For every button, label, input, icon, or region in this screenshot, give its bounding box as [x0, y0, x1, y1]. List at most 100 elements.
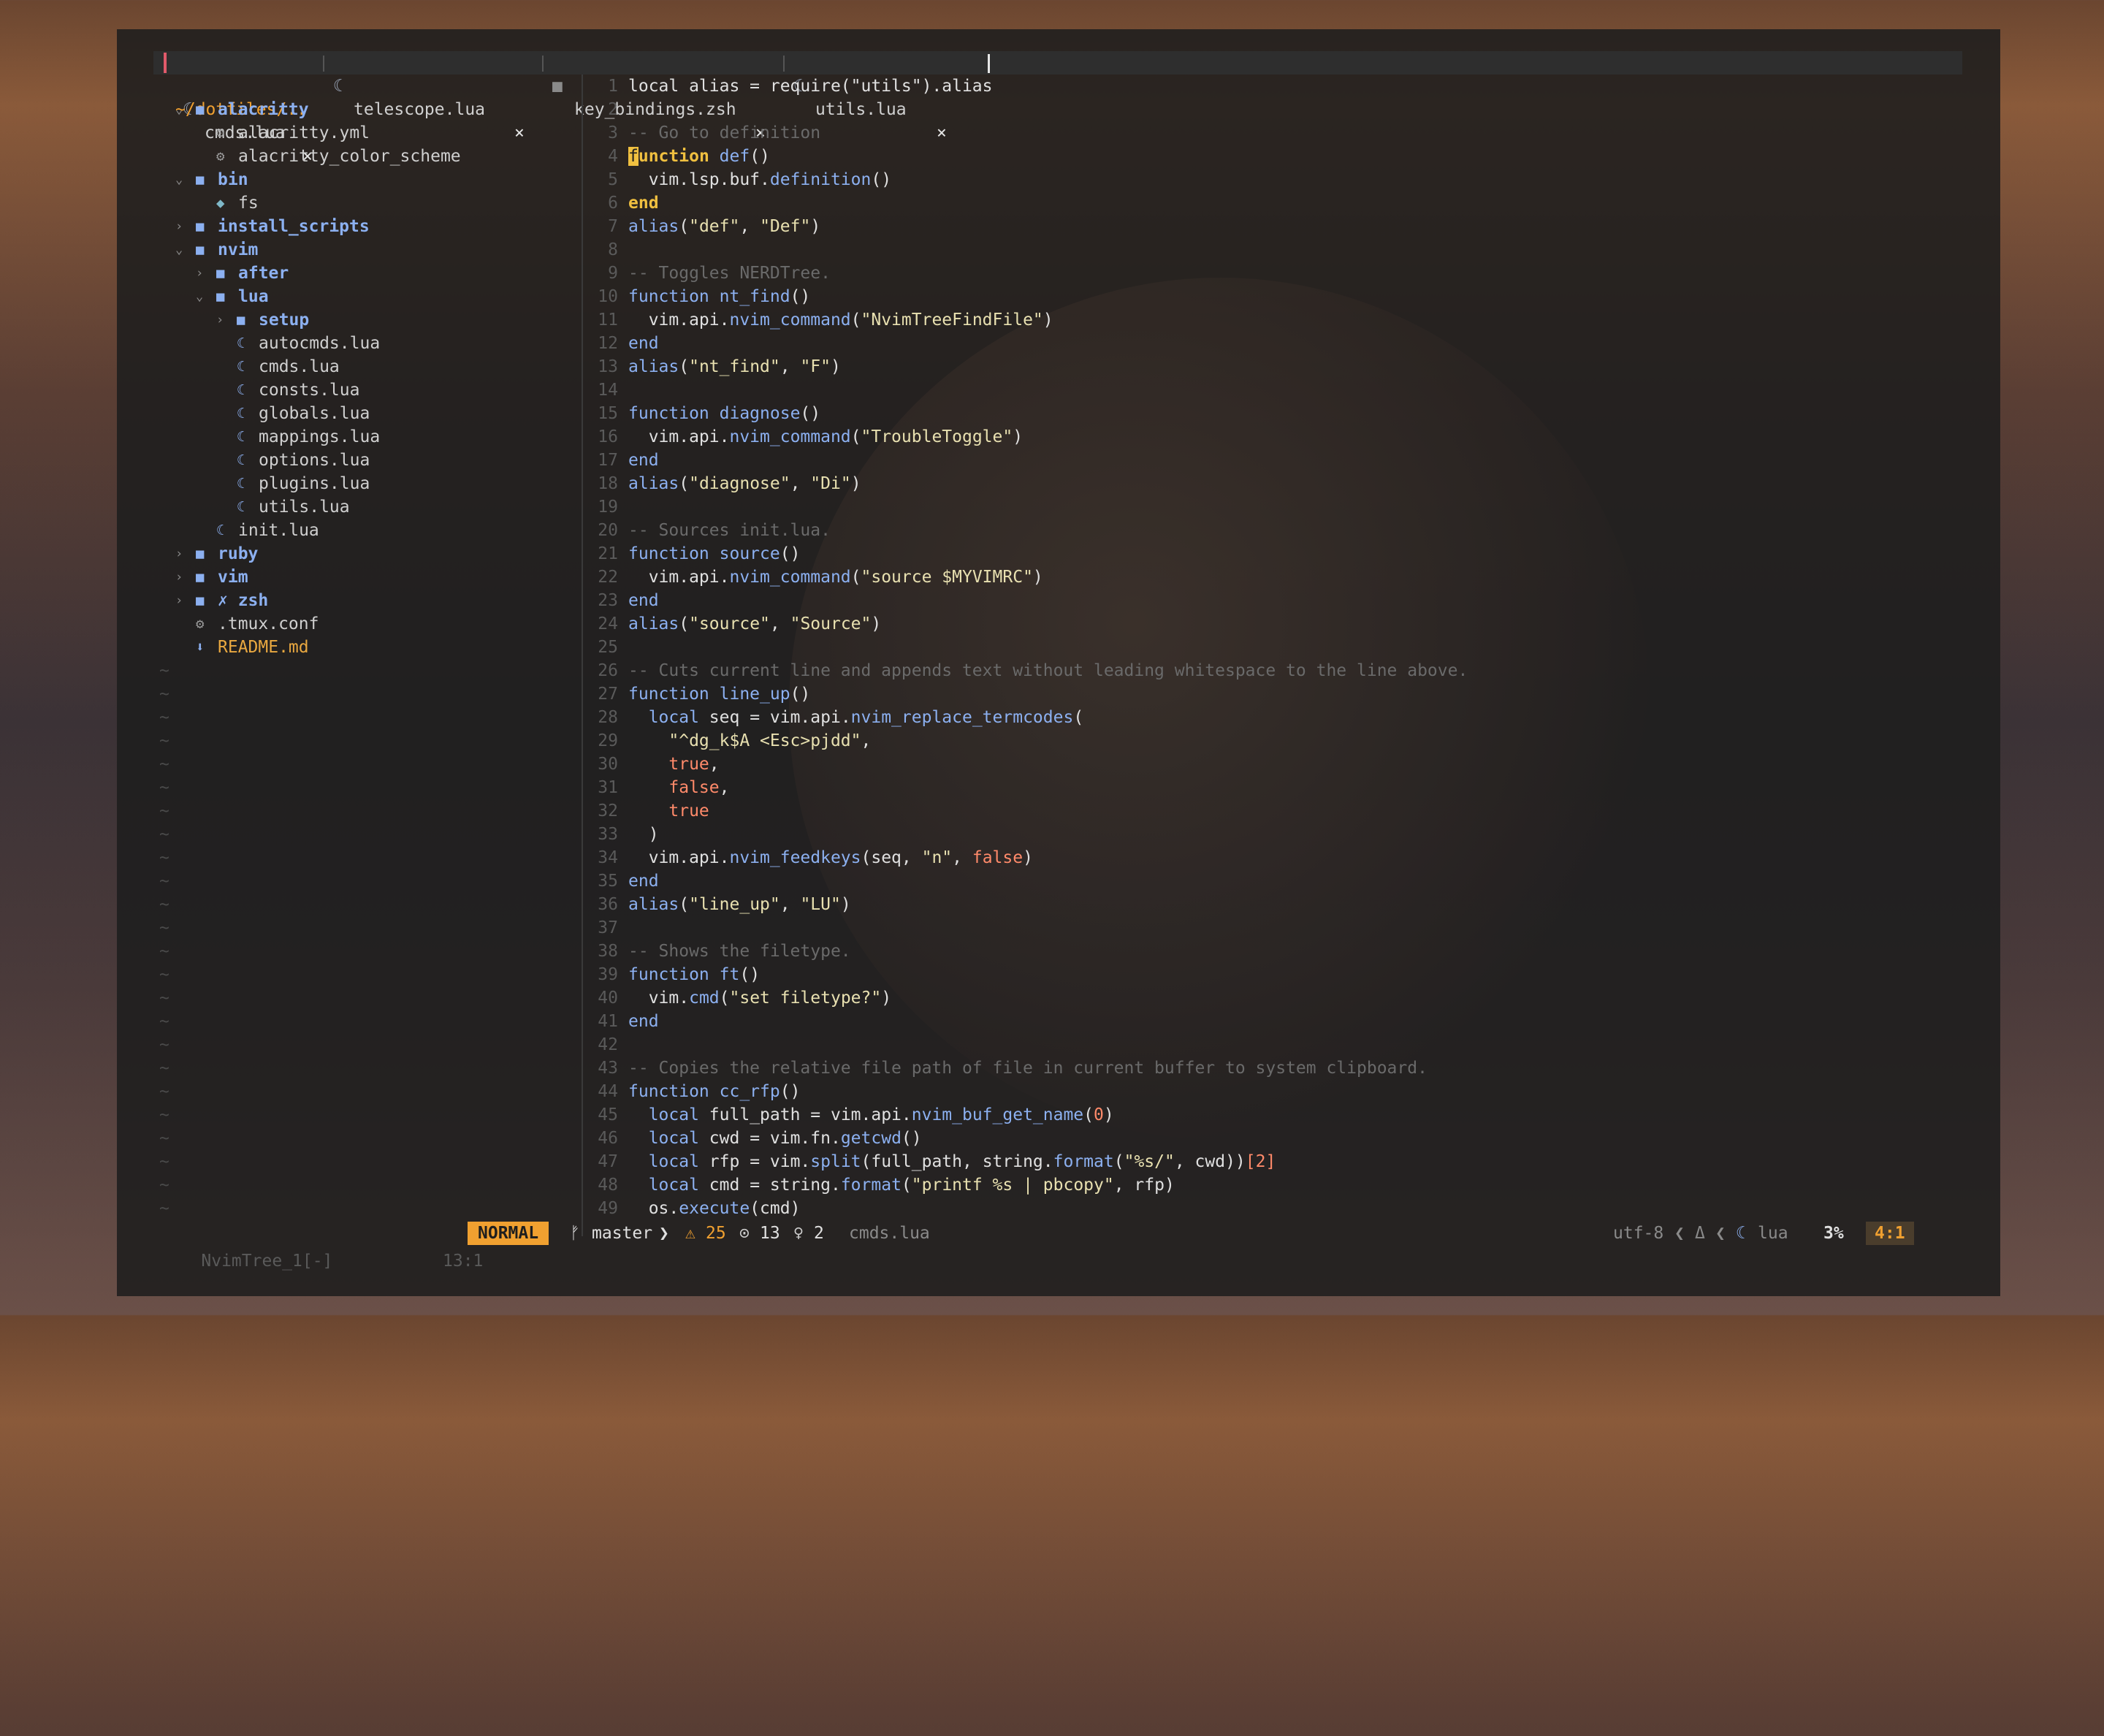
split-divider[interactable] — [582, 75, 583, 1236]
code-token: nvim_replace_termcodes — [850, 708, 1074, 727]
code-line[interactable]: 11 vim.api.nvim_command("NvimTreeFindFil… — [584, 308, 1962, 332]
tree-item-label: plugins.lua — [259, 474, 370, 493]
chevron-right-icon[interactable]: › — [175, 589, 183, 612]
code-line[interactable]: 24 alias("source", "Source") — [584, 612, 1962, 636]
code-line[interactable]: 12 end — [584, 332, 1962, 355]
tree-file[interactable]: ⚙ alacritty.yml — [153, 121, 576, 145]
tree-file[interactable]: ⚙ alacritty_color_scheme — [153, 145, 576, 168]
tree-file[interactable]: ☾ utils.lua — [153, 495, 576, 519]
code-line[interactable]: 19 — [584, 495, 1962, 519]
code-line[interactable]: 25 — [584, 636, 1962, 659]
tree-file[interactable]: ☾ autocmds.lua — [153, 332, 576, 355]
tree-folder[interactable]: ⌄ ■ lua — [153, 285, 576, 308]
code-token: (full_path, string. — [861, 1152, 1053, 1171]
code-line[interactable]: 35 end — [584, 869, 1962, 893]
code-line[interactable]: 8 — [584, 238, 1962, 262]
code-line[interactable]: 29 "^dg_k$A <Esc>pjdd", — [584, 729, 1962, 753]
tree-file[interactable]: ◆ fs — [153, 191, 576, 215]
tree-folder[interactable]: › ■ ✗ zsh — [153, 589, 576, 612]
tab-cmds-lua[interactable]: ☾ cmds.lua × — [164, 51, 313, 166]
code-line[interactable]: 48 local cmd = string.format("printf %s … — [584, 1173, 1962, 1197]
tree-file[interactable]: ☾ mappings.lua — [153, 425, 576, 449]
code-line[interactable]: 42 — [584, 1033, 1962, 1057]
info-count: 13 — [760, 1224, 780, 1243]
code-line[interactable]: 34 vim.api.nvim_feedkeys(seq, "n", false… — [584, 846, 1962, 869]
tree-folder[interactable]: ⌄ ■ nvim — [153, 238, 576, 262]
code-editor[interactable]: 1 local alias = require("utils").alias 2 3-… — [584, 75, 1962, 1236]
tree-folder[interactable]: › ■ install_scripts — [153, 215, 576, 238]
chevron-right-icon[interactable]: › — [175, 215, 183, 238]
code-line[interactable]: 32 true — [584, 799, 1962, 823]
chevron-down-icon[interactable]: ⌄ — [175, 238, 183, 262]
code-line[interactable]: 22 vim.api.nvim_command("source $MYVIMRC… — [584, 566, 1962, 589]
chevron-right-icon[interactable]: › — [175, 566, 183, 589]
code-line[interactable]: 26 -- Cuts current line and appends text … — [584, 659, 1962, 682]
tree-file[interactable]: ☾ globals.lua — [153, 402, 576, 425]
chevron-down-icon[interactable]: ⌄ — [175, 98, 183, 121]
code-line[interactable]: 3 -- Go to definition — [584, 121, 1962, 145]
tree-file[interactable]: ☾ cmds.lua — [153, 355, 576, 378]
code-line[interactable]: 10 function nt_find() — [584, 285, 1962, 308]
code-line[interactable]: 16 vim.api.nvim_command("TroubleToggle") — [584, 425, 1962, 449]
line-number: 45 — [598, 1105, 618, 1124]
code-line[interactable]: 9 -- Toggles NERDTree. — [584, 262, 1962, 285]
tree-file[interactable]: ☾ consts.lua — [153, 378, 576, 402]
code-line[interactable]: 31 false, — [584, 776, 1962, 799]
chevron-right-icon[interactable]: › — [196, 262, 203, 285]
code-line[interactable]: 30 true, — [584, 753, 1962, 776]
code-line[interactable]: 47 local rfp = vim.split(full_path, stri… — [584, 1150, 1962, 1173]
code-line[interactable]: 46 local cwd = vim.fn.getcwd() — [584, 1127, 1962, 1150]
code-line[interactable]: 13 alias("nt_find", "F") — [584, 355, 1962, 378]
tab-utils-lua[interactable]: ☾ utils.lua × — [793, 51, 947, 142]
code-line[interactable]: 38 -- Shows the filetype. — [584, 940, 1962, 963]
code-line[interactable]: 45 local full_path = vim.api.nvim_buf_ge… — [584, 1103, 1962, 1127]
code-line[interactable]: 4 function def() — [584, 145, 1962, 168]
chevron-down-icon[interactable]: ⌄ — [175, 168, 183, 191]
code-line[interactable]: 20 -- Sources init.lua. — [584, 519, 1962, 542]
tree-folder[interactable]: ⌄ ■ bin — [153, 168, 576, 191]
tilde: ~ — [159, 685, 169, 704]
tree-file[interactable]: ☾ plugins.lua — [153, 472, 576, 495]
chevron-down-icon[interactable]: ⌄ — [196, 285, 203, 308]
code-line[interactable]: 39 function ft() — [584, 963, 1962, 986]
chevron-right-icon[interactable]: › — [175, 542, 183, 566]
code-line[interactable]: 1 local alias = require("utils").alias — [584, 75, 1962, 98]
code-line[interactable]: 44 function cc_rfp() — [584, 1080, 1962, 1103]
code-line[interactable]: 15 function diagnose() — [584, 402, 1962, 425]
tree-file[interactable]: ☾ init.lua — [153, 519, 576, 542]
code-line[interactable]: 17 end — [584, 449, 1962, 472]
tree-item-label: alacritty — [218, 100, 309, 119]
tree-root[interactable]: ~/dotfiles/.. — [153, 75, 576, 119]
code-line[interactable]: 40 vim.cmd("set filetype?") — [584, 986, 1962, 1010]
code-line[interactable]: 28 local seq = vim.api.nvim_replace_term… — [584, 706, 1962, 729]
code-token: , — [952, 848, 972, 867]
code-line[interactable]: 6 end — [584, 191, 1962, 215]
code-line[interactable]: 43 -- Copies the relative file path of fi… — [584, 1057, 1962, 1080]
code-line[interactable]: 41 end — [584, 1010, 1962, 1033]
code-line[interactable]: 2 — [584, 98, 1962, 121]
tab-telescope-lua[interactable]: ☾ telescope.lua × — [333, 51, 525, 142]
code-token: (seq, — [861, 848, 922, 867]
code-line[interactable]: 5 vim.lsp.buf.definition() — [584, 168, 1962, 191]
tree-file[interactable]: ☾ options.lua — [153, 449, 576, 472]
tree-folder[interactable]: › ■ vim — [153, 566, 576, 589]
tree-folder[interactable]: ⌄ ■ alacritty — [153, 98, 576, 121]
tree-folder[interactable]: › ■ after — [153, 262, 576, 285]
code-line[interactable]: 21 function source() — [584, 542, 1962, 566]
code-line[interactable]: 36 alias("line_up", "LU") — [584, 893, 1962, 916]
tree-folder[interactable]: › ■ setup — [153, 308, 576, 332]
tree-file[interactable]: ⬇ README.md — [153, 636, 576, 659]
code-line[interactable]: 37 — [584, 916, 1962, 940]
code-line[interactable]: 14 — [584, 378, 1962, 402]
code-line[interactable]: 18 alias("diagnose", "Di") — [584, 472, 1962, 495]
tab-key-bindings-zsh[interactable]: ■ key_bindings.zsh × — [552, 51, 766, 142]
code-line[interactable]: 49 os.execute(cmd) — [584, 1197, 1962, 1220]
tree-file[interactable]: ⚙ .tmux.conf — [153, 612, 576, 636]
chevron-right-icon[interactable]: › — [216, 308, 224, 332]
code-line[interactable]: 33 ) — [584, 823, 1962, 846]
tree-folder[interactable]: › ■ ruby — [153, 542, 576, 566]
code-line[interactable]: 7 alias("def", "Def") — [584, 215, 1962, 238]
code-line[interactable]: 23 end — [584, 589, 1962, 612]
code-line[interactable]: 27 function line_up() — [584, 682, 1962, 706]
empty-line-marker: ~ — [153, 893, 576, 916]
